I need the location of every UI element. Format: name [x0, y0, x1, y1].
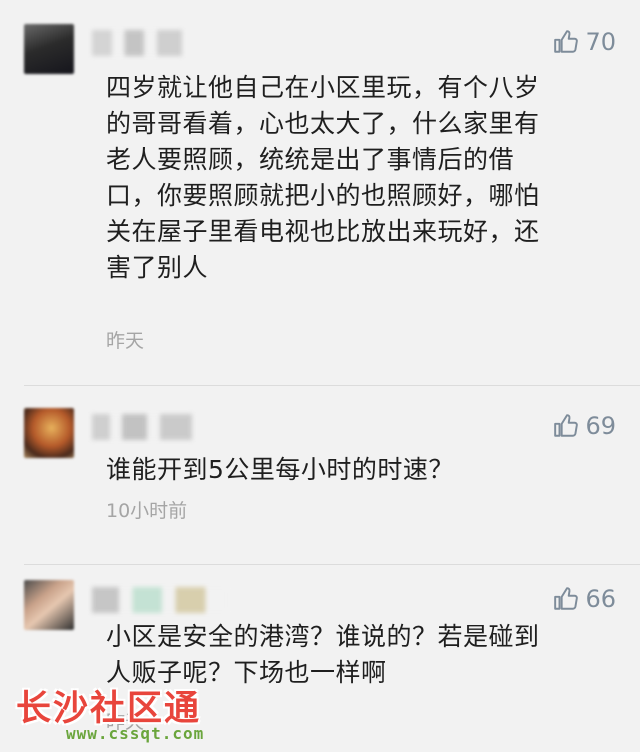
comment-timestamp: 昨天: [106, 330, 145, 352]
comment-timestamp: 10小时前: [106, 500, 188, 522]
comment-item: 69 谁能开到5公里每小时的时速？ 10小时前: [0, 386, 640, 564]
like-count: 70: [585, 28, 616, 56]
avatar[interactable]: [24, 580, 74, 630]
like-count: 66: [585, 585, 616, 613]
thumbs-up-icon: [554, 30, 579, 53]
comment-text: 四岁就让他自己在小区里玩，有个八岁 的哥哥看着，心也太大了，什么家里有 老人要照…: [106, 73, 540, 282]
comment-text: 谁能开到5公里每小时的时速？: [106, 455, 454, 484]
site-watermark: 长沙社区通 www.cssqt.com: [16, 680, 226, 752]
comment-item: 70 四岁就让他自己在小区里玩，有个八岁 的哥哥看着，心也太大了，什么家里有 老…: [0, 0, 640, 385]
like-button[interactable]: 69: [553, 412, 616, 440]
avatar[interactable]: [24, 408, 74, 458]
username-blurred[interactable]: [92, 587, 227, 613]
like-count: 69: [585, 412, 616, 440]
thumbs-up-icon: [554, 414, 579, 437]
thumbs-up-icon: [554, 587, 579, 610]
avatar[interactable]: [24, 24, 74, 74]
username-blurred[interactable]: [92, 30, 182, 56]
like-button[interactable]: 70: [553, 28, 616, 56]
watermark-url: www.cssqt.com: [66, 724, 205, 743]
username-blurred[interactable]: [92, 414, 192, 440]
like-button[interactable]: 66: [553, 585, 616, 613]
